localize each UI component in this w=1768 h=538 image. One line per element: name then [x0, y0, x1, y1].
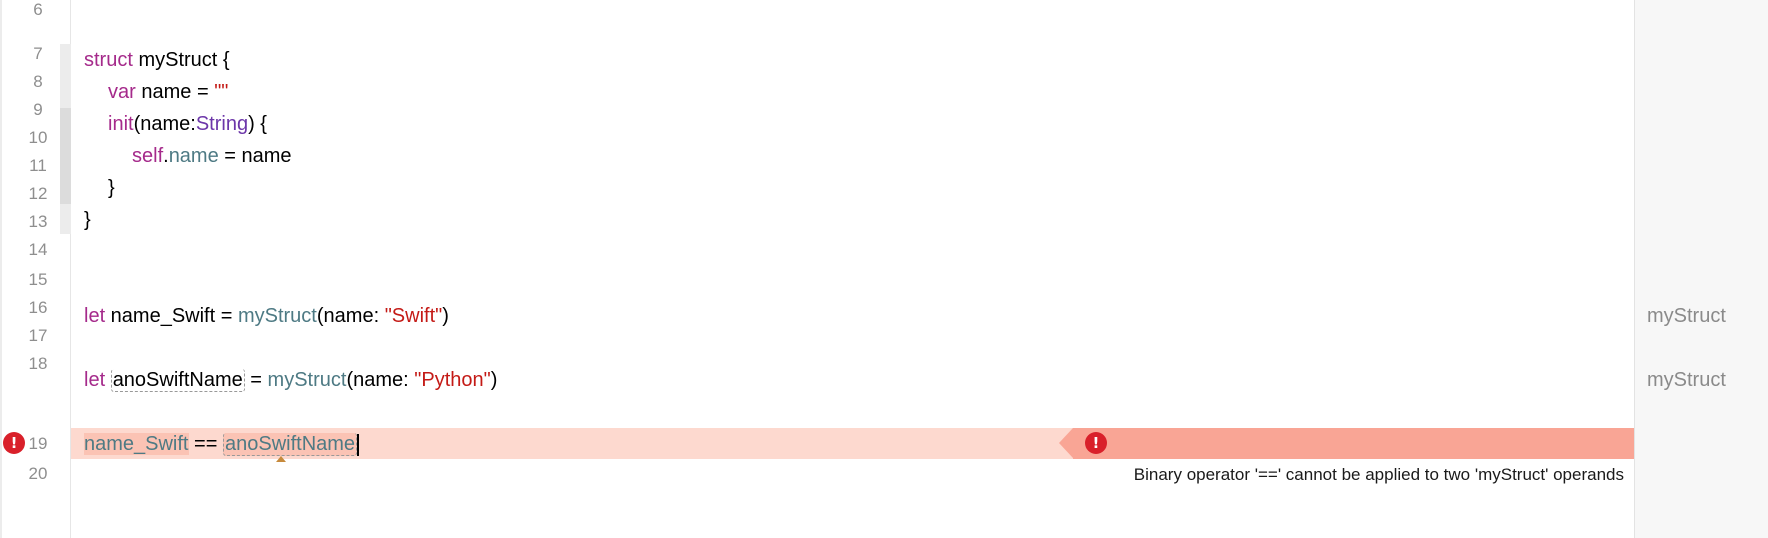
closing-brace: } [84, 209, 91, 231]
line-number: 19 [28, 434, 48, 453]
call-close: ) [490, 369, 498, 391]
init-params-open: (name: [133, 113, 196, 135]
closing-brace: } [108, 177, 115, 199]
text-cursor [357, 433, 360, 456]
fixit-marker[interactable] [276, 456, 286, 462]
gutter-edge [0, 0, 2, 538]
code-line-15: let name_Swift = myStruct(name: "Swift") [84, 300, 449, 332]
keyword-self: self [132, 145, 164, 167]
code-line-11: } [108, 172, 115, 204]
call-open: (name: [346, 369, 415, 391]
call-open: (name: [316, 305, 385, 327]
operator-equals: == [188, 433, 223, 455]
results-sidebar: myStruct myStruct [1634, 0, 1768, 538]
inline-error-message[interactable]: ! Binary operator '==' cannot be applied … [1058, 428, 1634, 484]
variable-name-swift: name_Swift = [105, 305, 238, 327]
keyword-var: var [108, 81, 136, 103]
code-line-8: var name = "" [108, 76, 228, 108]
var-declaration: name = [135, 81, 215, 103]
struct-declaration: myStruct { [132, 49, 230, 71]
error-message-text: Binary operator '==' cannot be applied t… [1133, 465, 1624, 484]
keyword-let: let [84, 305, 106, 327]
assignment-eq: = [244, 369, 268, 391]
type-mystruct: myStruct [237, 305, 317, 327]
code-line-9: init(name:String) { [108, 108, 267, 140]
result-line-15[interactable]: myStruct [1647, 300, 1726, 332]
type-string: String [195, 113, 249, 135]
keyword-let: let [84, 369, 106, 391]
error-icon: ! [1084, 432, 1107, 454]
gutter-error-icon[interactable]: ! [3, 432, 25, 454]
code-editor[interactable]: 6 7 8 9 10 11 12 13 14 15 16 17 18 19 20… [0, 0, 1768, 538]
code-folding-ribbon-init[interactable] [60, 108, 71, 204]
call-close: ) [442, 305, 449, 327]
result-line-17[interactable]: myStruct [1647, 364, 1726, 396]
code-line-19: name_Swift == anoSwiftName [84, 428, 360, 460]
string-literal: "Python" [414, 369, 491, 391]
line-number: 20 [28, 464, 48, 483]
code-line-17: let anoSwiftName = myStruct(name: "Pytho… [84, 364, 497, 396]
variable-name-anoswiftname[interactable]: anoSwiftName [110, 369, 245, 392]
code-line-12: } [84, 204, 91, 236]
keyword-init: init [108, 113, 134, 135]
code-line-10: self.name = name [132, 140, 292, 172]
string-literal: "" [214, 81, 229, 103]
line-number: 6 [33, 0, 43, 19]
line-number: 18 [28, 354, 48, 373]
type-mystruct: myStruct [267, 369, 347, 391]
operand-rhs[interactable]: anoSwiftName [222, 433, 358, 456]
keyword-struct: struct [84, 49, 133, 71]
member-name: name [168, 145, 219, 167]
line-number: 14 [28, 240, 48, 259]
string-literal: "Swift" [384, 305, 443, 327]
init-params-close: ) { [248, 113, 267, 135]
code-line-7: struct myStruct { [84, 44, 230, 76]
assignment: = name [218, 145, 292, 167]
operand-lhs[interactable]: name_Swift [84, 433, 189, 455]
